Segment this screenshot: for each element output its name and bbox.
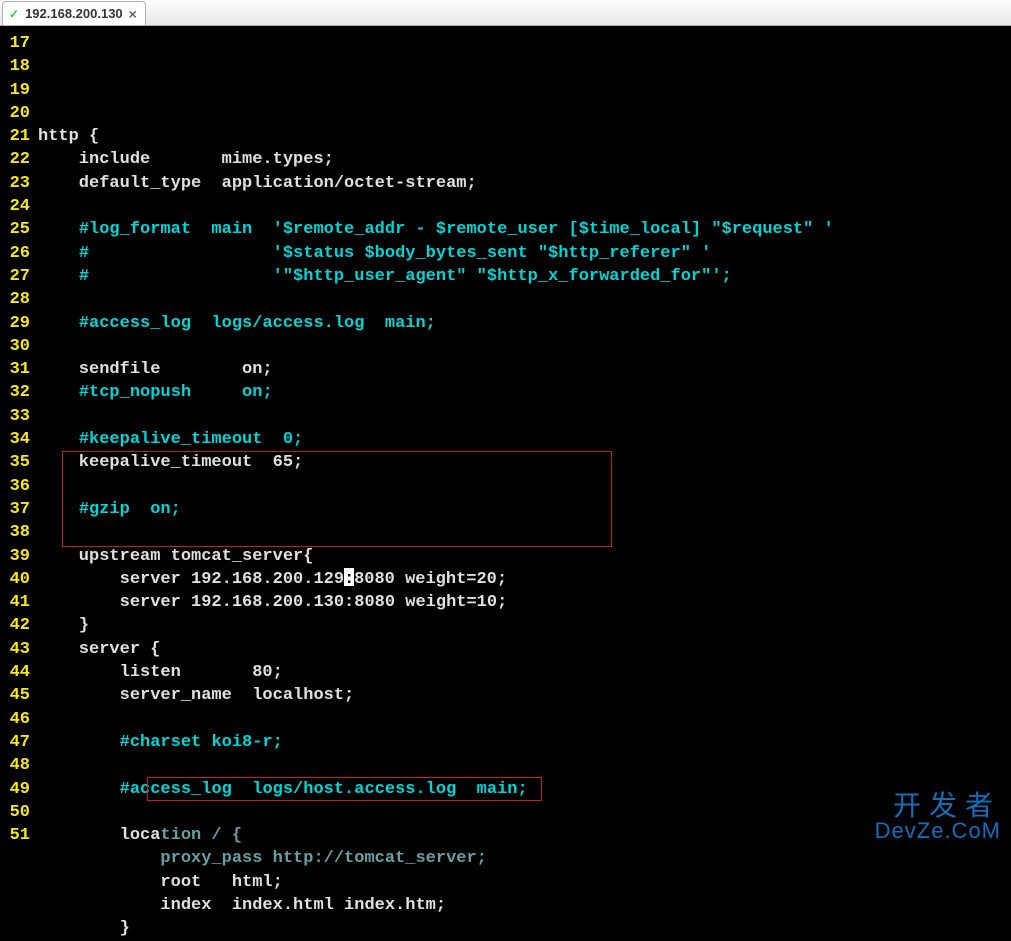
code-line[interactable] <box>38 335 1011 358</box>
code-line[interactable]: proxy_pass http://tomcat_server; <box>38 847 1011 870</box>
code-line[interactable]: #keepalive_timeout 0; <box>38 428 1011 451</box>
code-line[interactable] <box>38 754 1011 777</box>
line-number: 30 <box>4 335 30 358</box>
line-number: 33 <box>4 405 30 428</box>
line-number: 38 <box>4 521 30 544</box>
tab-title: 192.168.200.130 <box>25 6 123 21</box>
line-number: 45 <box>4 684 30 707</box>
line-number: 22 <box>4 148 30 171</box>
line-number: 50 <box>4 801 30 824</box>
line-number: 20 <box>4 102 30 125</box>
line-number: 44 <box>4 661 30 684</box>
code-line[interactable]: #tcp_nopush on; <box>38 381 1011 404</box>
code-line[interactable]: default_type application/octet-stream; <box>38 172 1011 195</box>
line-number: 29 <box>4 312 30 335</box>
code-line[interactable]: } <box>38 917 1011 940</box>
code-line[interactable]: keepalive_timeout 65; <box>38 451 1011 474</box>
code-line[interactable]: http { <box>38 125 1011 148</box>
code-line[interactable]: location / { <box>38 824 1011 847</box>
code-line[interactable]: #access_log logs/access.log main; <box>38 312 1011 335</box>
code-line[interactable]: server_name localhost; <box>38 684 1011 707</box>
code-line[interactable]: # '"$http_user_agent" "$http_x_forwarded… <box>38 265 1011 288</box>
text-cursor: : <box>344 568 354 586</box>
line-number: 35 <box>4 451 30 474</box>
line-number: 23 <box>4 172 30 195</box>
line-number: 32 <box>4 381 30 404</box>
line-number: 49 <box>4 778 30 801</box>
line-number: 40 <box>4 568 30 591</box>
line-number: 17 <box>4 32 30 55</box>
line-number-gutter: 1718192021222324252627282930313233343536… <box>0 26 34 848</box>
code-line[interactable]: server 192.168.200.129:8080 weight=20; <box>38 568 1011 591</box>
code-line[interactable] <box>38 801 1011 824</box>
line-number: 26 <box>4 242 30 265</box>
close-icon[interactable]: × <box>129 6 137 22</box>
code-line[interactable]: include mime.types; <box>38 148 1011 171</box>
code-line[interactable]: #charset koi8-r; <box>38 731 1011 754</box>
line-number: 43 <box>4 638 30 661</box>
code-line[interactable] <box>38 405 1011 428</box>
line-number: 42 <box>4 614 30 637</box>
line-number: 47 <box>4 731 30 754</box>
code-line[interactable]: #access_log logs/host.access.log main; <box>38 778 1011 801</box>
code-line[interactable] <box>38 195 1011 218</box>
line-number: 37 <box>4 498 30 521</box>
code-line[interactable]: #log_format main '$remote_addr - $remote… <box>38 218 1011 241</box>
code-line[interactable] <box>38 288 1011 311</box>
line-number: 48 <box>4 754 30 777</box>
code-line[interactable]: root html; <box>38 871 1011 894</box>
code-line[interactable] <box>38 708 1011 731</box>
code-line[interactable]: server 192.168.200.130:8080 weight=10; <box>38 591 1011 614</box>
code-line[interactable]: listen 80; <box>38 661 1011 684</box>
line-number: 31 <box>4 358 30 381</box>
code-line[interactable]: sendfile on; <box>38 358 1011 381</box>
code-line[interactable]: } <box>38 614 1011 637</box>
code-line[interactable] <box>38 475 1011 498</box>
line-number: 25 <box>4 218 30 241</box>
code-line[interactable]: server { <box>38 638 1011 661</box>
line-number: 19 <box>4 79 30 102</box>
line-number: 21 <box>4 125 30 148</box>
line-number: 27 <box>4 265 30 288</box>
line-number: 24 <box>4 195 30 218</box>
check-icon: ✓ <box>9 7 19 21</box>
code-line[interactable]: #gzip on; <box>38 498 1011 521</box>
code-line[interactable] <box>38 521 1011 544</box>
line-number: 34 <box>4 428 30 451</box>
code-line[interactable]: # '$status $body_bytes_sent "$http_refer… <box>38 242 1011 265</box>
code-content[interactable]: http { include mime.types; default_type … <box>34 26 1011 848</box>
line-number: 28 <box>4 288 30 311</box>
tab-active[interactable]: ✓ 192.168.200.130 × <box>2 1 146 25</box>
code-line[interactable]: upstream tomcat_server{ <box>38 545 1011 568</box>
line-number: 39 <box>4 545 30 568</box>
tab-bar: ✓ 192.168.200.130 × <box>0 0 1011 26</box>
line-number: 36 <box>4 475 30 498</box>
line-number: 41 <box>4 591 30 614</box>
line-number: 18 <box>4 55 30 78</box>
code-line[interactable]: index index.html index.htm; <box>38 894 1011 917</box>
line-number: 46 <box>4 708 30 731</box>
editor-area[interactable]: 1718192021222324252627282930313233343536… <box>0 26 1011 848</box>
line-number: 51 <box>4 824 30 847</box>
